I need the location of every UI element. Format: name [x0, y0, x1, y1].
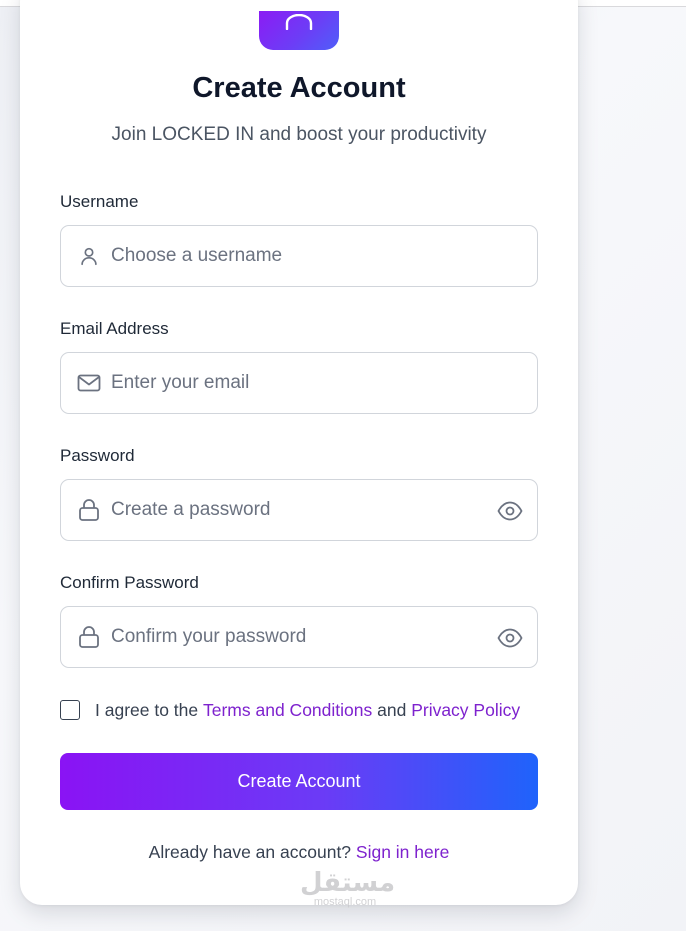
email-label: Email Address — [60, 319, 169, 338]
username-input[interactable] — [111, 236, 471, 276]
app-logo — [259, 11, 339, 50]
email-input[interactable] — [111, 363, 471, 403]
password-input[interactable] — [111, 490, 471, 530]
password-label: Password — [60, 446, 135, 465]
email-field[interactable] — [60, 352, 538, 414]
password-field[interactable] — [60, 479, 538, 541]
confirm-password-input[interactable] — [111, 617, 471, 657]
terms-checkbox[interactable] — [60, 700, 80, 720]
lock-icon — [77, 625, 101, 649]
lock-icon — [77, 498, 101, 522]
watermark: مستقل mostaql.com — [300, 868, 396, 908]
confirm-password-label: Confirm Password — [60, 573, 199, 592]
signin-prompt-text: Already have an account? — [148, 842, 356, 862]
signin-link[interactable]: Sign in here — [356, 842, 449, 862]
lock-shackle-icon — [285, 14, 313, 30]
user-icon — [77, 244, 101, 268]
create-account-button[interactable]: Create Account — [60, 753, 538, 810]
signin-prompt: Already have an account? Sign in here — [0, 842, 598, 863]
agreement-prefix: I agree to the — [95, 699, 203, 720]
privacy-link[interactable]: Privacy Policy — [411, 700, 520, 721]
agreement-conjunction: and — [372, 699, 412, 720]
username-label: Username — [60, 192, 139, 211]
terms-agreement: I agree to the Terms and Conditions and … — [60, 699, 520, 721]
page-title: Create Account — [192, 72, 406, 104]
confirm-password-field[interactable] — [60, 606, 538, 668]
username-field[interactable] — [60, 225, 538, 287]
eye-icon[interactable] — [497, 625, 523, 651]
eye-icon[interactable] — [497, 498, 523, 524]
page-subtitle: Join LOCKED IN and boost your productivi… — [111, 124, 487, 145]
terms-link[interactable]: Terms and Conditions — [203, 700, 372, 721]
watermark-logo: مستقل — [300, 868, 396, 898]
mail-icon — [77, 371, 101, 395]
